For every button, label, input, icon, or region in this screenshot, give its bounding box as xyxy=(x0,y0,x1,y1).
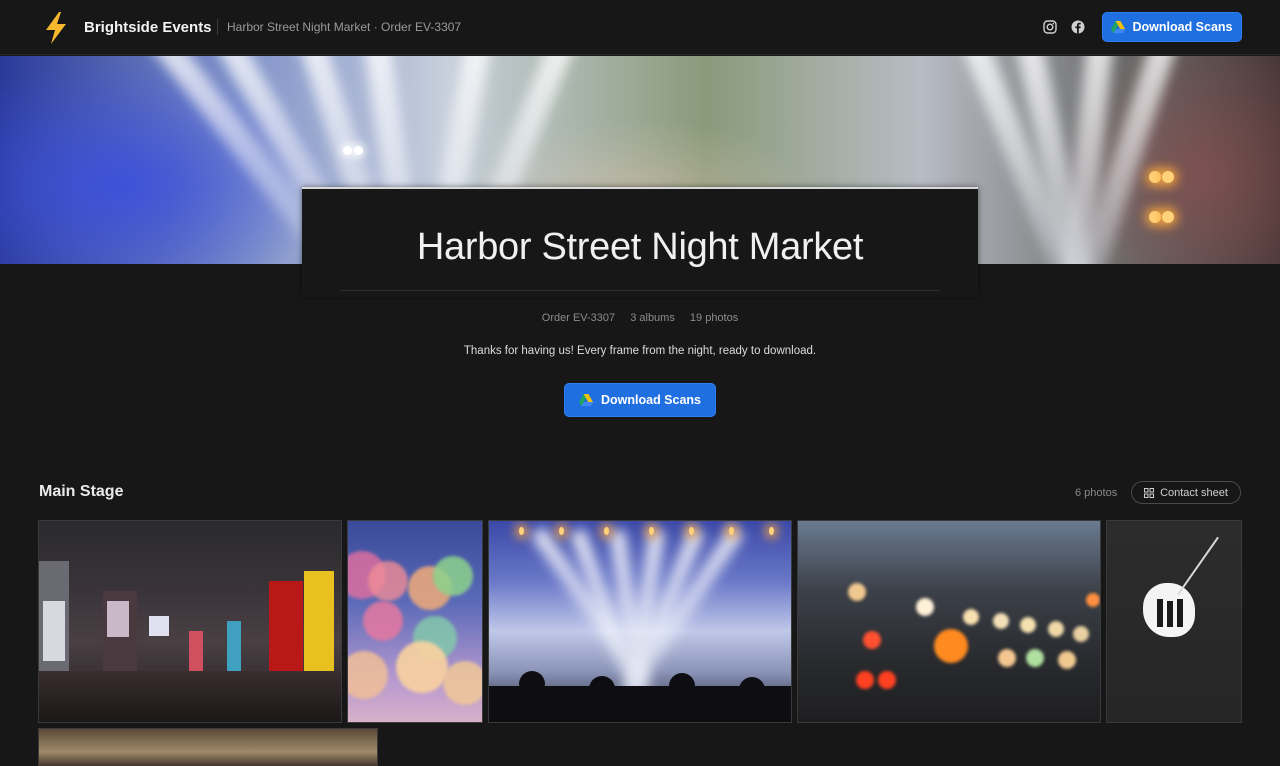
grid-icon xyxy=(1144,487,1155,498)
google-drive-icon xyxy=(578,393,593,406)
event-title: Harbor Street Night Market xyxy=(416,226,864,268)
album-count: 3 albums xyxy=(630,312,675,324)
photo-thumbnail[interactable] xyxy=(488,520,792,723)
album-photo-count: 6 photos xyxy=(1075,487,1118,499)
instagram-icon[interactable] xyxy=(1043,20,1057,34)
top-bar: Brightside Events Harbor Street Night Ma… xyxy=(0,0,1280,55)
title-divider xyxy=(340,290,940,291)
thank-you-message: Thanks for having us! Every frame from t… xyxy=(463,345,817,357)
breadcrumb: Harbor Street Night Market · Order EV-33… xyxy=(227,20,462,34)
event-title-card: Harbor Street Night Market xyxy=(302,187,978,297)
contact-sheet-button[interactable]: Contact sheet xyxy=(1131,481,1241,504)
main-download-label: Download Scans xyxy=(600,393,702,407)
album-title: Main Stage xyxy=(39,483,124,500)
photo-thumbnail[interactable] xyxy=(797,520,1101,723)
lightning-logo-icon[interactable] xyxy=(42,11,70,45)
photo-thumbnail[interactable] xyxy=(1106,520,1242,723)
facebook-icon[interactable] xyxy=(1071,20,1085,34)
photo-count: 19 photos xyxy=(689,312,739,324)
header-download-button[interactable]: Download Scans xyxy=(1102,12,1242,42)
order-number: Order EV-3307 xyxy=(541,312,616,324)
brand-name[interactable]: Brightside Events xyxy=(84,19,212,36)
contact-sheet-label: Contact sheet xyxy=(1160,486,1228,499)
header-download-label: Download Scans xyxy=(1132,20,1233,34)
event-meta: Order EV-3307 3 albums 19 photos xyxy=(0,312,1280,324)
google-drive-icon xyxy=(1111,20,1126,33)
photo-thumbnail[interactable] xyxy=(347,520,483,723)
header-divider xyxy=(217,19,218,35)
main-download-button[interactable]: Download Scans xyxy=(564,383,716,417)
photo-thumbnail[interactable] xyxy=(38,728,378,766)
photo-thumbnail[interactable] xyxy=(38,520,342,723)
